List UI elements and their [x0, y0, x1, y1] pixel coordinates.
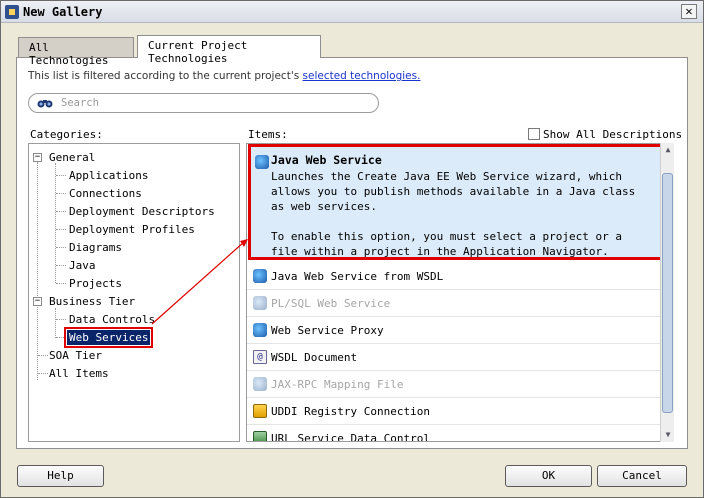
- show-all-descriptions-checkbox[interactable]: Show All Descriptions: [528, 128, 682, 141]
- binoculars-icon: [37, 100, 53, 108]
- web-service-icon: [253, 323, 267, 337]
- list-item-jax-rpc-mapping-file[interactable]: JAX-RPC Mapping File: [247, 371, 661, 398]
- uddi-registry-icon: [253, 404, 267, 418]
- show-all-label: Show All Descriptions: [543, 128, 683, 141]
- selected-item-title: Java Web Service: [271, 153, 382, 167]
- cancel-button[interactable]: Cancel: [597, 465, 687, 487]
- tree-connector: [56, 265, 66, 266]
- web-service-icon: [253, 269, 267, 283]
- window-title: New Gallery: [23, 5, 103, 19]
- help-button[interactable]: Help: [17, 465, 104, 487]
- search-placeholder: Search: [61, 97, 99, 109]
- tree-item-projects[interactable]: Projects: [69, 277, 122, 290]
- scroll-thumb[interactable]: [662, 173, 673, 413]
- list-item-java-web-service-from-wsdl[interactable]: Java Web Service from WSDL: [247, 263, 661, 290]
- tree-connector: [56, 247, 66, 248]
- tree-connector: [56, 229, 66, 230]
- wsdl-document-icon: @: [253, 350, 267, 364]
- tree-item-deployment-descriptors[interactable]: Deployment Descriptors: [69, 205, 215, 218]
- tab-current-project-technologies[interactable]: Current Project Technologies: [137, 35, 321, 65]
- tree-item-soa-tier[interactable]: SOA Tier: [49, 349, 102, 362]
- title-bar: New Gallery ✕: [1, 1, 703, 23]
- tree-connector: [37, 162, 38, 380]
- tree-item-diagrams[interactable]: Diagrams: [69, 241, 122, 254]
- selected-technologies-link[interactable]: selected technologies.: [303, 70, 421, 82]
- tree-connector: [56, 319, 66, 320]
- filter-info: This list is filtered according to the c…: [28, 70, 420, 82]
- web-service-icon: [255, 155, 269, 169]
- categories-label: Categories:: [30, 128, 103, 141]
- tree-connector: [56, 175, 66, 176]
- tree-connector: [56, 337, 66, 338]
- tab-all-technologies[interactable]: All Technologies: [18, 37, 134, 67]
- tree-connector: [56, 283, 66, 284]
- categories-tree: − General Applications Connections Deplo…: [28, 143, 240, 442]
- search-input[interactable]: Search: [28, 93, 379, 113]
- gallery-icon: [5, 5, 19, 19]
- tree-item-business-tier[interactable]: Business Tier: [49, 295, 135, 308]
- tree-item-deployment-profiles[interactable]: Deployment Profiles: [69, 223, 195, 236]
- mapping-file-icon: [253, 377, 267, 391]
- collapse-icon[interactable]: −: [33, 153, 42, 162]
- selected-item-note: To enable this option, you must select a…: [271, 230, 622, 258]
- tree-connector: [56, 193, 66, 194]
- web-service-icon: [253, 296, 267, 310]
- item-label: WSDL Document: [271, 351, 358, 364]
- scroll-down-icon[interactable]: ▼: [663, 430, 673, 440]
- selected-item-java-web-service[interactable]: Java Web Service Launches the Create Jav…: [248, 144, 665, 260]
- list-item-uddi-registry-connection[interactable]: UDDI Registry Connection: [247, 398, 661, 425]
- tree-item-general[interactable]: General: [49, 151, 95, 164]
- item-label: JAX-RPC Mapping File: [271, 378, 404, 391]
- tree-connector: [56, 211, 66, 212]
- tree-item-data-controls[interactable]: Data Controls: [69, 313, 155, 326]
- item-label: Web Service Proxy: [271, 324, 384, 337]
- tree-item-applications[interactable]: Applications: [69, 169, 148, 182]
- list-item-wsdl-document[interactable]: @ WSDL Document: [247, 344, 661, 371]
- tree-connector: [38, 373, 48, 374]
- close-button[interactable]: ✕: [681, 4, 697, 19]
- items-label: Items:: [248, 128, 288, 141]
- item-label: PL/SQL Web Service: [271, 297, 391, 310]
- checkbox-box[interactable]: [528, 128, 540, 140]
- item-label: URL Service Data Control: [271, 432, 430, 442]
- tree-item-java[interactable]: Java: [69, 259, 96, 272]
- data-control-icon: [253, 431, 267, 441]
- items-scrollbar[interactable]: ▲ ▼: [660, 143, 674, 442]
- item-label: UDDI Registry Connection: [271, 405, 430, 418]
- tree-item-connections[interactable]: Connections: [69, 187, 142, 200]
- item-label: Java Web Service from WSDL: [271, 270, 444, 283]
- tree-connector: [38, 355, 48, 356]
- list-item-url-service-data-control[interactable]: URL Service Data Control: [247, 425, 661, 442]
- ok-button[interactable]: OK: [505, 465, 592, 487]
- collapse-icon[interactable]: −: [33, 297, 42, 306]
- selected-item-description: Launches the Create Java EE Web Service …: [271, 170, 636, 213]
- list-item-web-service-proxy[interactable]: Web Service Proxy: [247, 317, 661, 344]
- scroll-up-icon[interactable]: ▲: [663, 145, 673, 155]
- tree-item-all-items[interactable]: All Items: [49, 367, 109, 380]
- list-item-plsql-web-service[interactable]: PL/SQL Web Service: [247, 290, 661, 317]
- tree-connector: [55, 308, 56, 338]
- filter-text: This list is filtered according to the c…: [28, 70, 303, 82]
- tree-item-web-services[interactable]: Web Services: [63, 327, 154, 348]
